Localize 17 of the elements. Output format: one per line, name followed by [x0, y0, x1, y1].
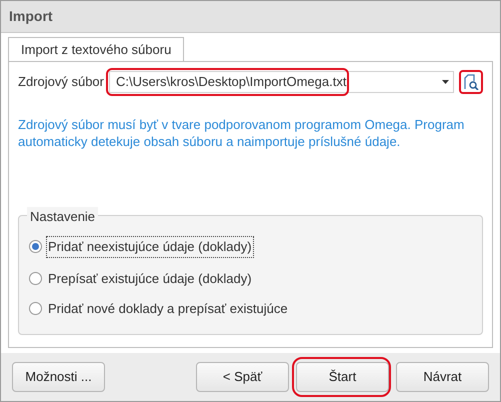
field-label: Zdrojový súbor [18, 73, 104, 92]
dialog-button[interactable]: < Späť [196, 362, 289, 392]
file-path-combobox[interactable]: C:\Users\kros\Desktop\ImportOmega.txt [108, 71, 454, 93]
radio-button[interactable] [29, 240, 42, 254]
radio-option[interactable]: Pridať neexistujúce údaje (doklady) [29, 236, 472, 258]
file-search-icon [463, 74, 479, 90]
description-text: Zdrojový súbor musí byť v tvare podporovanom programom Omega. Program automaticky detekuje obsah súboru a naimportuje príslušné údaje. [18, 116, 466, 150]
radio-button[interactable] [29, 272, 42, 285]
radio-option[interactable]: Prepísať existujúce údaje (doklady) [29, 268, 472, 288]
dropdown-caret-icon [442, 80, 449, 84]
tab[interactable]: Import z textového súboru [8, 37, 184, 61]
radio-option[interactable]: Pridať nové doklady a prepísať existujúce [29, 299, 472, 318]
dialog-button[interactable]: Štart [296, 362, 389, 392]
radio-button[interactable] [29, 302, 42, 316]
dialog-button[interactable]: Možnosti ... [12, 362, 105, 392]
dialog-button[interactable]: Návrat [396, 362, 489, 392]
window-title: Import [1, 1, 500, 33]
